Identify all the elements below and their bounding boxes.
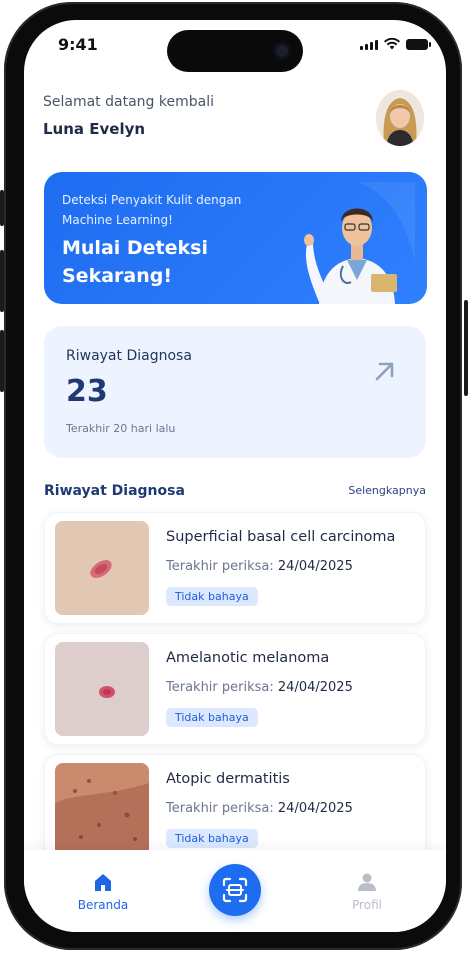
scan-face-icon xyxy=(222,877,248,903)
diagnosis-stat-card[interactable]: Riwayat Diagnosa 23 Terakhir 20 hari lal… xyxy=(44,326,426,458)
tab-home[interactable]: Beranda xyxy=(63,872,143,912)
tab-profile[interactable]: Profil xyxy=(327,872,407,912)
history-section-title: Riwayat Diagnosa xyxy=(44,483,185,499)
power-button xyxy=(464,300,468,396)
wifi-icon xyxy=(384,38,400,50)
battery-icon xyxy=(406,39,431,50)
avatar[interactable] xyxy=(376,90,424,146)
last-checked: Terakhir periksa: 24/04/2025 xyxy=(166,680,353,695)
action-button xyxy=(0,190,4,226)
banner-title[interactable]: Mulai Deteksi Sekarang! xyxy=(62,234,222,290)
last-checked-date: 24/04/2025 xyxy=(277,801,353,816)
history-item[interactable]: Amelanotic melanoma Terakhir periksa: 24… xyxy=(44,633,426,745)
skin-lesion-image xyxy=(55,521,149,615)
last-checked-label: Terakhir periksa: xyxy=(166,559,274,574)
last-checked-date: 24/04/2025 xyxy=(277,559,353,574)
dynamic-island xyxy=(167,30,303,72)
last-checked-label: Terakhir periksa: xyxy=(166,680,274,695)
diagnosis-name: Amelanotic melanoma xyxy=(166,650,330,666)
user-name: Luna Evelyn xyxy=(43,120,146,138)
diagnosis-name: Atopic dermatitis xyxy=(166,771,290,787)
scan-button[interactable] xyxy=(209,864,261,916)
risk-badge: Tidak bahaya xyxy=(166,708,258,727)
user-icon xyxy=(358,873,376,891)
last-checked: Terakhir periksa: 24/04/2025 xyxy=(166,559,353,574)
doctor-illustration xyxy=(304,182,415,304)
skin-lesion-image xyxy=(55,642,149,736)
banner-subtitle: Deteksi Penyakit Kulit dengan Machine Le… xyxy=(62,193,242,227)
tab-home-label: Beranda xyxy=(77,898,129,912)
status-bar: 9:41 xyxy=(24,20,446,72)
history-item[interactable]: Superficial basal cell carcinoma Terakhi… xyxy=(44,512,426,624)
risk-badge: Tidak bahaya xyxy=(166,587,258,606)
status-icons xyxy=(360,38,431,50)
stat-label: Riwayat Diagnosa xyxy=(66,348,192,364)
skin-lesion-image xyxy=(55,763,149,857)
risk-badge: Tidak bahaya xyxy=(166,829,258,848)
volume-down-button xyxy=(0,330,4,392)
app-screen: 9:41 Selamat datang kembali Luna Evelyn xyxy=(24,20,446,932)
diagnosis-name: Superficial basal cell carcinoma xyxy=(166,529,396,545)
stat-last-checked: Terakhir 20 hari lalu xyxy=(66,422,176,435)
tab-profile-label: Profil xyxy=(352,898,382,912)
diagnosis-history-list: Superficial basal cell carcinoma Terakhi… xyxy=(44,512,426,875)
bottom-tab-bar: Beranda Profil xyxy=(24,850,446,932)
detection-banner[interactable]: Deteksi Penyakit Kulit dengan Machine Le… xyxy=(44,172,427,304)
home-icon xyxy=(95,874,111,891)
volume-up-button xyxy=(0,250,4,312)
last-checked: Terakhir periksa: 24/04/2025 xyxy=(166,801,353,816)
last-checked-date: 24/04/2025 xyxy=(277,680,353,695)
camera-icon xyxy=(273,42,291,60)
last-checked-label: Terakhir periksa: xyxy=(166,801,274,816)
stat-count: 23 xyxy=(66,374,108,409)
greeting-text: Selamat datang kembali xyxy=(43,94,214,110)
signal-icon xyxy=(360,40,378,50)
see-more-link[interactable]: Selengkapnya xyxy=(348,484,426,497)
arrow-up-right-icon[interactable] xyxy=(370,356,400,386)
status-time: 9:41 xyxy=(58,35,98,54)
